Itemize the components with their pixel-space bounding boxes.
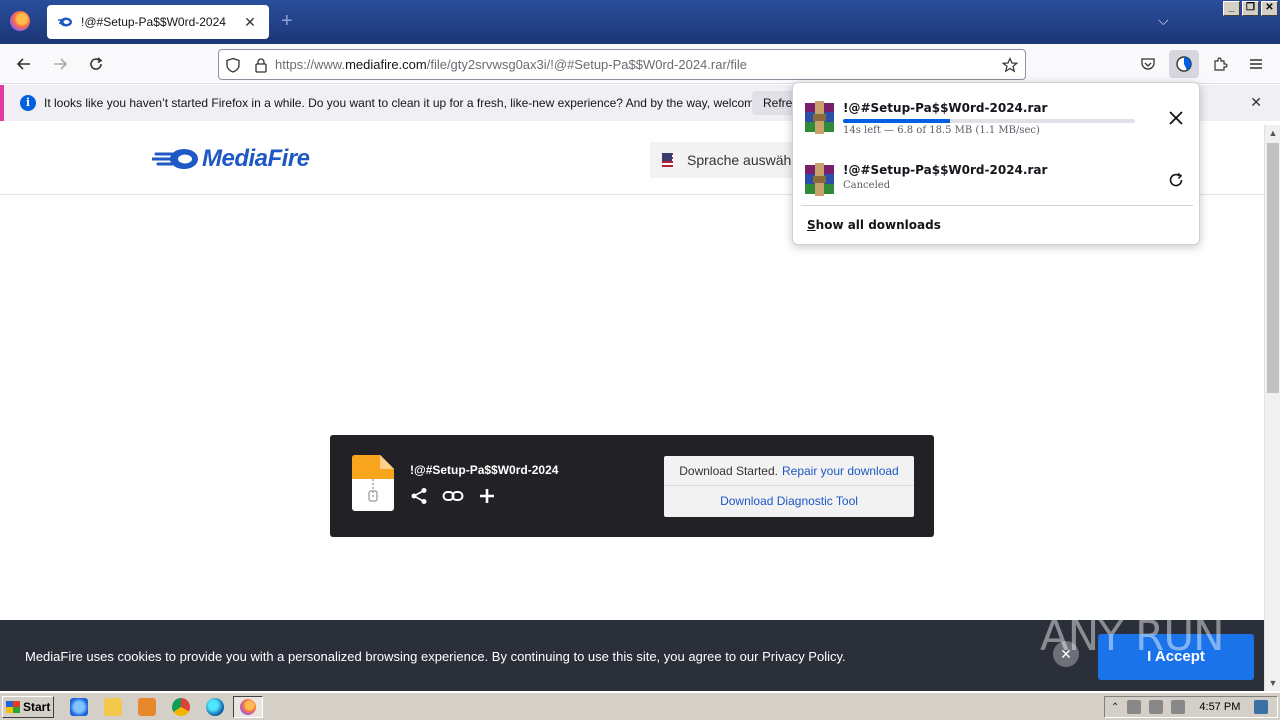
- bookmark-star-icon[interactable]: [995, 56, 1025, 73]
- download-item-name: !@#Setup-Pa$$W0rd-2024.rar: [843, 163, 1048, 177]
- accept-cookies-button[interactable]: I Accept: [1098, 634, 1254, 680]
- lock-icon[interactable]: [247, 50, 275, 79]
- tab-close-icon[interactable]: ✕: [241, 14, 259, 31]
- firefox-icon: [240, 699, 256, 715]
- new-tab-icon[interactable]: +: [281, 10, 293, 33]
- downloads-progress-icon: [1176, 56, 1192, 72]
- download-item-name: !@#Setup-Pa$$W0rd-2024.rar: [843, 101, 1048, 115]
- download-started-row: Download Started. Repair your download: [664, 456, 914, 486]
- taskbar-firefox-button[interactable]: [233, 696, 263, 718]
- notification-close-icon[interactable]: ✕: [1250, 94, 1262, 111]
- page-scrollbar[interactable]: ▲ ▼: [1264, 125, 1280, 691]
- share-icon[interactable]: [410, 487, 428, 505]
- mediafire-logo-text: MediaFire: [202, 145, 310, 172]
- show-desktop-icon[interactable]: [1254, 700, 1269, 714]
- retry-download-icon[interactable]: [1165, 169, 1187, 191]
- download-item-status: 14s left — 6.8 of 18.5 MB (1.1 MB/sec): [843, 125, 1040, 136]
- volume-icon[interactable]: [1127, 700, 1142, 714]
- zip-file-icon: [352, 455, 394, 511]
- firefox-logo-icon[interactable]: [10, 11, 30, 31]
- download-started-text: Download Started.: [679, 463, 778, 478]
- url-domain: mediafire.com: [345, 57, 427, 72]
- start-button[interactable]: Start: [2, 696, 54, 718]
- downloads-button[interactable]: [1169, 50, 1199, 78]
- close-window-icon[interactable]: ✕: [1261, 1, 1278, 16]
- file-actions: [410, 487, 496, 505]
- windows-logo-icon: [6, 701, 20, 713]
- mediafire-favicon-icon: [58, 17, 72, 27]
- mediafire-flame-icon: [152, 149, 198, 169]
- hamburger-menu-icon[interactable]: [1241, 50, 1271, 78]
- reload-icon[interactable]: [83, 52, 109, 76]
- forward-arrow-icon[interactable]: [47, 52, 73, 76]
- download-progress-fill: [843, 119, 951, 123]
- diagnostic-tool-link[interactable]: Download Diagnostic Tool: [664, 486, 914, 516]
- url-prefix: https://www.: [275, 57, 346, 72]
- language-selector[interactable]: Sprache auswählen: [650, 142, 810, 178]
- download-progress-bar: [843, 119, 1135, 123]
- internet-explorer-icon[interactable]: [70, 698, 88, 716]
- show-all-accesskey: S: [807, 218, 816, 232]
- start-label: Start: [23, 700, 51, 714]
- window-controls: _ ❐ ✕: [1223, 1, 1278, 16]
- notification-text: It looks like you haven’t started Firefo…: [44, 96, 793, 110]
- download-item-status: Canceled: [843, 180, 891, 191]
- shield-icon[interactable]: [219, 50, 247, 79]
- media-player-icon[interactable]: [138, 698, 156, 716]
- pocket-icon[interactable]: [1133, 50, 1163, 78]
- back-arrow-icon[interactable]: [11, 52, 37, 76]
- cookie-text: MediaFire uses cookies to provide you wi…: [25, 649, 846, 664]
- show-all-downloads-link[interactable]: Show all downloads: [807, 218, 941, 232]
- download-status-panel: Download Started. Repair your download D…: [664, 456, 914, 517]
- url-path: /file/gty2srvwsg0ax3i/!@#Setup-Pa$$W0rd-…: [426, 57, 748, 72]
- winrar-archive-icon: [805, 163, 834, 196]
- show-all-label: how all downloads: [815, 218, 941, 232]
- system-tray: ⌃ 4:57 PM: [1104, 696, 1278, 718]
- navigation-toolbar: https://www.mediafire.com/file/gty2srvws…: [0, 44, 1280, 84]
- chevron-down-icon[interactable]: ⌵: [1158, 12, 1169, 29]
- edge-icon[interactable]: [206, 698, 224, 716]
- network-icon[interactable]: [1149, 700, 1164, 714]
- plus-icon[interactable]: [478, 487, 496, 505]
- extensions-puzzle-icon[interactable]: [1205, 50, 1235, 78]
- restore-icon[interactable]: ❐: [1242, 1, 1259, 16]
- windows-taskbar: Start ⌃ 4:57 PM: [0, 692, 1280, 720]
- scrollbar-thumb[interactable]: [1267, 143, 1279, 393]
- chrome-icon[interactable]: [172, 698, 190, 716]
- winrar-archive-icon: [805, 101, 834, 134]
- flag-icon[interactable]: [1171, 700, 1186, 714]
- download-item[interactable]: !@#Setup-Pa$$W0rd-2024.rar Canceled: [803, 155, 1191, 205]
- info-icon: i: [20, 95, 36, 111]
- tray-expand-icon[interactable]: ⌃: [1111, 702, 1119, 713]
- clock[interactable]: 4:57 PM: [1199, 701, 1240, 713]
- minimize-icon[interactable]: _: [1223, 1, 1240, 16]
- downloads-separator: [801, 205, 1193, 206]
- file-download-box: !@#Setup-Pa$$W0rd-2024 Download Started.…: [330, 435, 934, 537]
- link-icon[interactable]: [442, 487, 464, 505]
- folder-icon[interactable]: [104, 698, 122, 716]
- us-flag-icon: [662, 153, 674, 167]
- file-name: !@#Setup-Pa$$W0rd-2024: [410, 463, 559, 477]
- url-bar[interactable]: https://www.mediafire.com/file/gty2srvws…: [218, 49, 1026, 80]
- mediafire-logo[interactable]: MediaFire: [152, 145, 310, 173]
- cookie-close-icon[interactable]: ✕: [1053, 641, 1079, 667]
- cancel-download-icon[interactable]: [1165, 107, 1187, 129]
- repair-download-link[interactable]: Repair your download: [782, 464, 899, 478]
- tab-strip: !@#Setup-Pa$$W0rd-2024 ✕ + ⌵ _ ❐ ✕: [0, 0, 1280, 44]
- downloads-panel: !@#Setup-Pa$$W0rd-2024.rar 14s left — 6.…: [792, 82, 1200, 245]
- tab-title: !@#Setup-Pa$$W0rd-2024: [81, 15, 226, 29]
- scroll-down-icon[interactable]: ▼: [1265, 675, 1280, 691]
- scroll-up-icon[interactable]: ▲: [1265, 125, 1280, 141]
- tab-mediafire[interactable]: !@#Setup-Pa$$W0rd-2024 ✕: [47, 5, 269, 39]
- url-text[interactable]: https://www.mediafire.com/file/gty2srvws…: [275, 57, 995, 72]
- cookie-banner: MediaFire uses cookies to provide you wi…: [0, 620, 1264, 691]
- download-item[interactable]: !@#Setup-Pa$$W0rd-2024.rar 14s left — 6.…: [803, 93, 1191, 143]
